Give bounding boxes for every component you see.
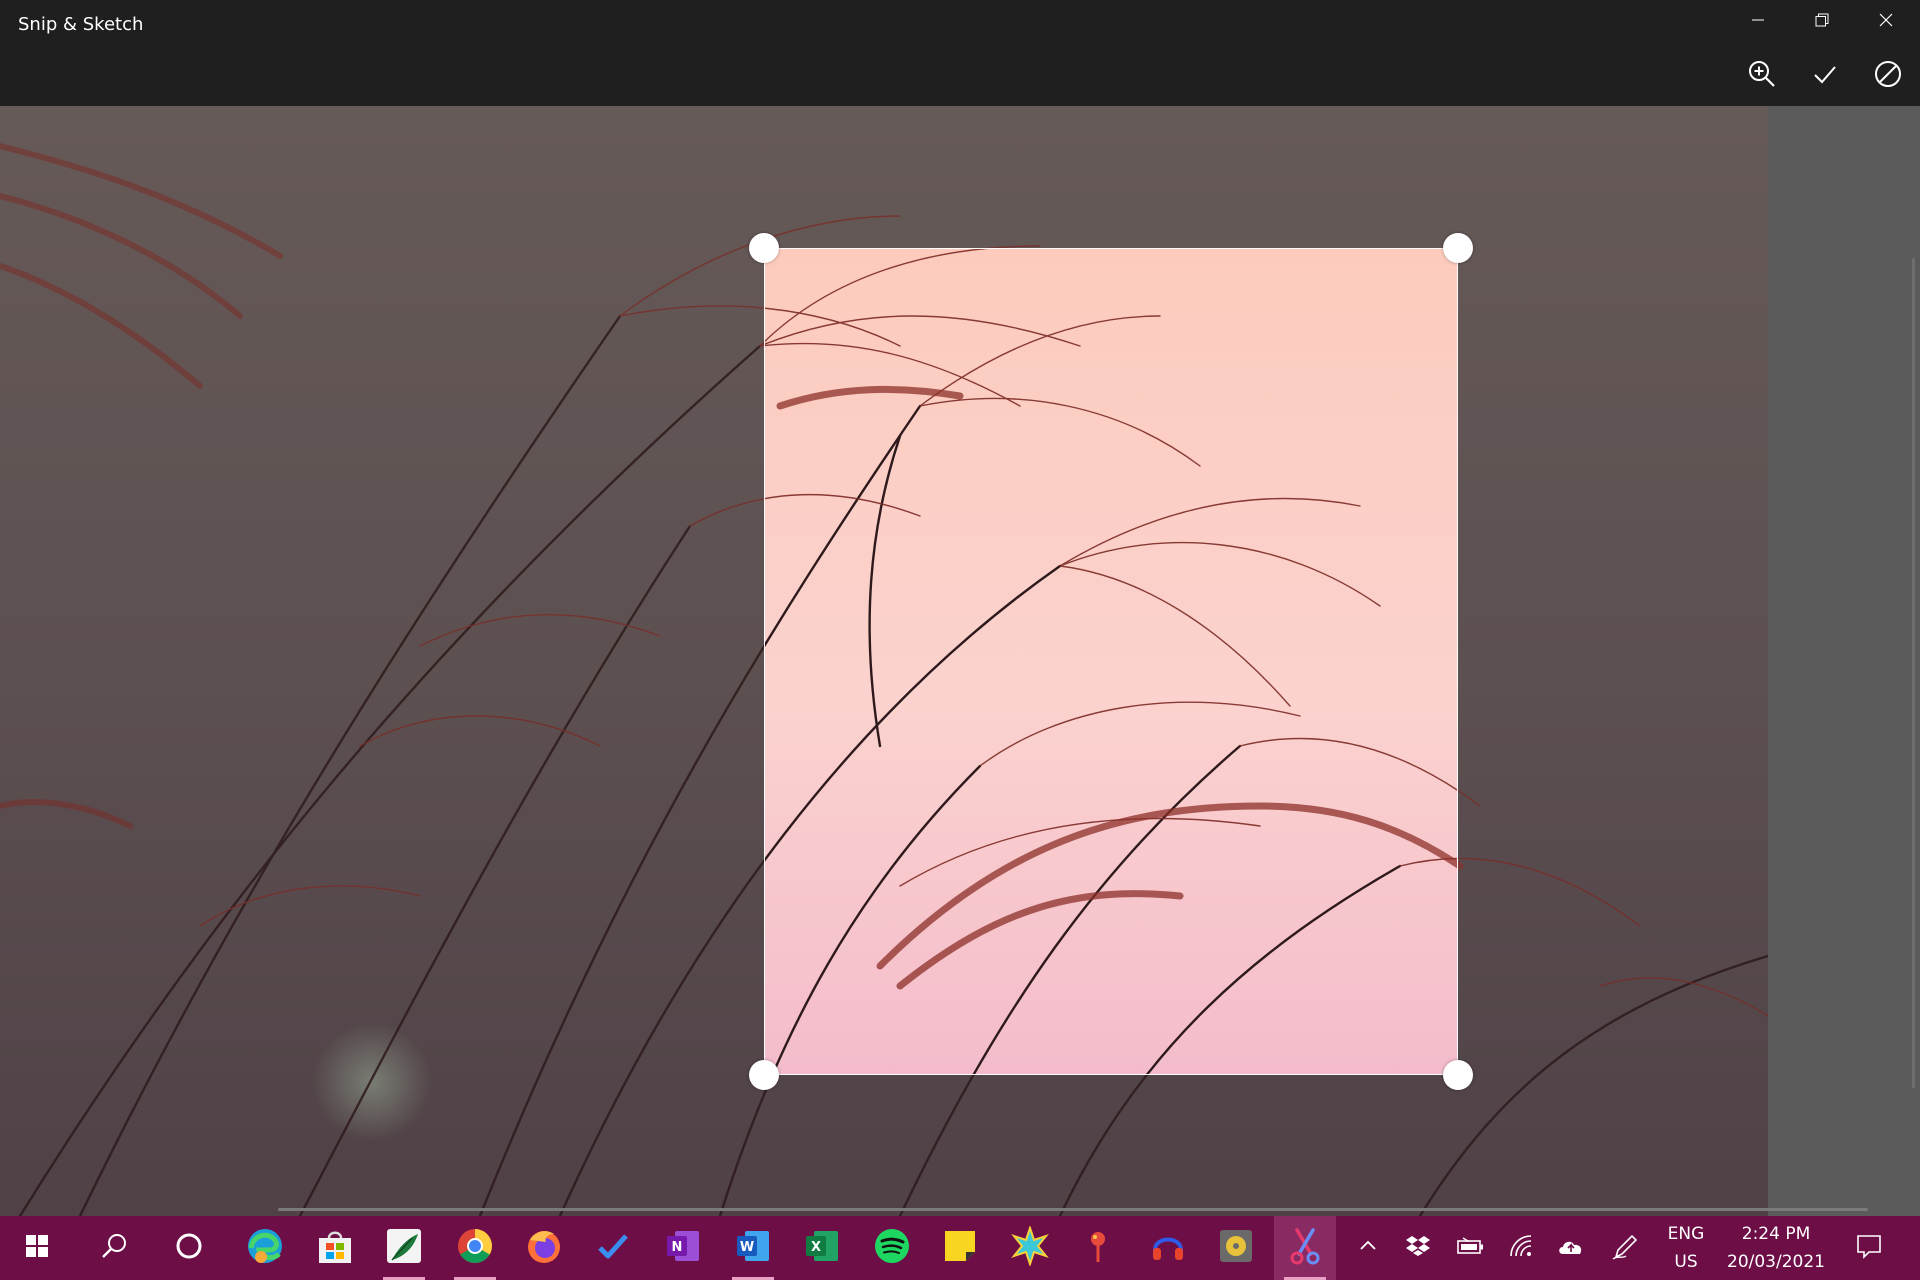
app-title: Snip & Sketch [18,14,144,35]
battery-icon [1455,1235,1485,1261]
title-bar: Snip & Sketch [0,0,1920,106]
dropbox-icon [1405,1233,1431,1263]
language-code: ENG [1667,1224,1705,1244]
scissors-icon [1285,1226,1325,1270]
crop-handle-top-right[interactable] [1443,233,1473,263]
taskbar-app-word[interactable]: W [722,1216,784,1280]
taskbar: N W X ENG US 2:24 PM 20/03/2021 [0,1216,1920,1280]
starburst-icon [1010,1224,1050,1270]
horizontal-scrollbar[interactable] [278,1208,1868,1211]
taskbar-app-chrome[interactable] [444,1216,506,1280]
close-icon [1878,12,1894,32]
clock[interactable]: 2:24 PM 20/03/2021 [1722,1216,1830,1280]
taskbar-app-spotify[interactable] [861,1216,923,1280]
canvas-gutter [1768,106,1920,1216]
notification-icon [1855,1232,1883,1264]
wifi-icon [1507,1232,1535,1264]
windows-logo-icon [25,1234,49,1262]
onedrive-icon [1556,1235,1586,1261]
cancel-button[interactable] [1860,52,1916,100]
clock-time: 2:24 PM [1741,1224,1811,1244]
cortana-icon [174,1231,204,1265]
taskbar-app-sticky-notes[interactable] [929,1216,991,1280]
cortana-button[interactable] [158,1216,220,1280]
taskbar-app-onenote[interactable]: N [652,1216,714,1280]
photo [0,106,1768,1216]
svg-text:N: N [672,1240,683,1255]
tray-onedrive[interactable] [1550,1216,1592,1280]
todo-check-icon [593,1226,633,1270]
crop-handle-top-left[interactable] [749,233,779,263]
taskbar-app-pin[interactable] [1067,1216,1129,1280]
chrome-icon [455,1226,495,1270]
restore-icon [1814,12,1830,32]
zoom-button[interactable] [1734,52,1790,100]
store-icon [315,1226,355,1270]
cancel-icon [1873,59,1903,93]
language-indicator[interactable]: ENG US [1656,1216,1716,1280]
restore-button[interactable] [1790,0,1854,44]
taskbar-app-edge[interactable] [234,1216,296,1280]
chevron-up-icon [1358,1236,1378,1260]
clock-date: 20/03/2021 [1727,1252,1825,1272]
minimize-button[interactable] [1726,0,1790,44]
excel-icon: X [802,1226,842,1270]
onenote-icon: N [663,1226,703,1270]
taskbar-app-todo[interactable] [582,1216,644,1280]
sticky-notes-icon [940,1226,980,1270]
search-button[interactable] [83,1216,145,1280]
word-icon: W [733,1226,773,1270]
minimize-icon [1750,12,1766,32]
firefox-icon [524,1226,564,1270]
notification-button[interactable] [1844,1216,1894,1280]
taskbar-app-firefox[interactable] [513,1216,575,1280]
crop-handle-bottom-right[interactable] [1443,1060,1473,1090]
checkmark-icon [1811,60,1839,92]
apply-button[interactable] [1797,52,1853,100]
taskbar-app-headphones[interactable] [1137,1216,1199,1280]
edge-icon [245,1226,285,1270]
start-button[interactable] [6,1216,68,1280]
taskbar-app-excel[interactable]: X [791,1216,853,1280]
crop-handle-bottom-left[interactable] [749,1060,779,1090]
vertical-scrollbar[interactable] [1912,258,1915,1088]
taskbar-app-photo[interactable] [373,1216,435,1280]
pen-icon [1610,1231,1640,1265]
taskbar-app-store[interactable] [304,1216,366,1280]
zoom-in-icon [1747,59,1777,93]
cd-icon [1216,1226,1256,1270]
spotify-icon [872,1226,912,1270]
close-button[interactable] [1854,0,1918,44]
canvas[interactable] [0,106,1920,1216]
taskbar-app-cd[interactable] [1205,1216,1267,1280]
tray-pen[interactable] [1604,1216,1646,1280]
taskbar-app-snip-and-sketch[interactable] [1274,1216,1336,1280]
pin-icon [1078,1226,1118,1270]
search-icon [99,1231,129,1265]
leaf-app-icon [384,1226,424,1270]
tray-battery[interactable] [1449,1216,1491,1280]
tray-wifi[interactable] [1500,1216,1542,1280]
svg-text:X: X [811,1240,821,1255]
headphones-icon [1148,1226,1188,1270]
svg-text:W: W [740,1240,754,1255]
show-hidden-icons-button[interactable] [1348,1216,1388,1280]
taskbar-app-sparkle[interactable] [999,1216,1061,1280]
tray-dropbox[interactable] [1398,1216,1438,1280]
language-region: US [1674,1252,1698,1272]
